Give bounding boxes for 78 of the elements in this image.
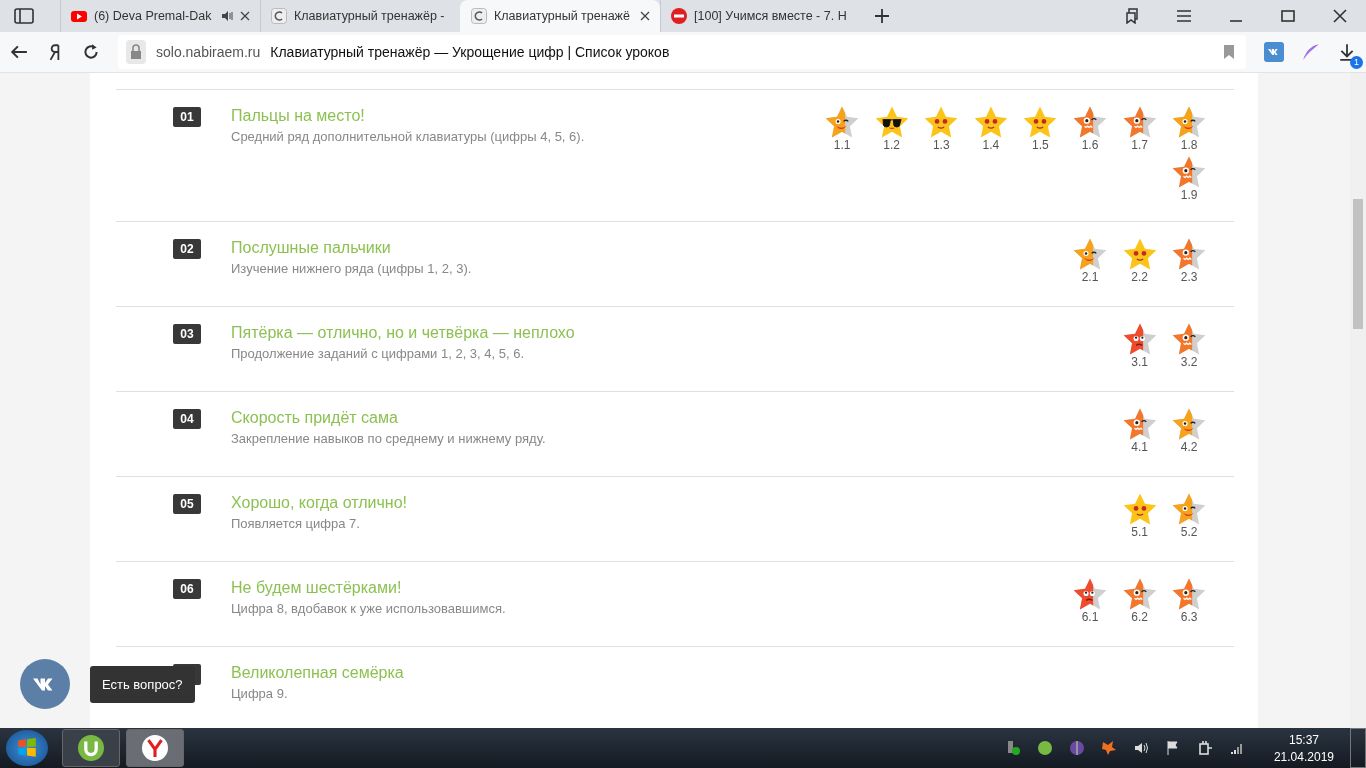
new-tab-icon[interactable] [874, 8, 890, 24]
exercise-result-link[interactable]: 6.1 [1065, 576, 1115, 626]
bookmarks-icon[interactable] [1124, 8, 1140, 24]
exercise-result-link[interactable]: 3.1 [1114, 321, 1165, 371]
lesson-description: Цифра 9. [231, 686, 289, 701]
exercise-result-link[interactable]: 5.2 [1164, 491, 1214, 541]
lesson-description: Закрепление навыков по среднему и нижнему ряду. [231, 431, 547, 446]
show-desktop-button[interactable] [1350, 728, 1366, 768]
chat-tooltip: Есть вопрос? [90, 665, 195, 703]
site-icon [271, 8, 287, 24]
lesson-description: Изучение нижнего ряда (цифры 1, 2, 3). [231, 261, 473, 276]
back-arrow-icon[interactable] [10, 43, 28, 61]
exercise-result-link[interactable]: 1.8 [1164, 104, 1214, 154]
download-count-badge: 1 [1350, 56, 1363, 69]
flag-icon[interactable] [1164, 740, 1181, 756]
scrollbar-thumb[interactable] [1353, 199, 1363, 329]
antivirus-icon[interactable] [1100, 740, 1117, 756]
globe-icon[interactable] [1068, 740, 1085, 756]
exercise-result-link[interactable]: 4.2 [1164, 406, 1214, 456]
exercise-result-link[interactable]: 1.1 [817, 104, 867, 154]
torrent-tray-icon[interactable] [1036, 740, 1053, 756]
url-domain: solo.nabiraem.ru [156, 44, 261, 60]
address-bar[interactable]: solo.nabiraem.ru Клавиатурный тренажёр — Укрощение цифр | Список уроков [118, 35, 1246, 69]
y-logo-icon [142, 735, 168, 761]
site-icon [471, 8, 487, 24]
feather-icon[interactable] [1302, 43, 1320, 61]
lesson-number: 04 [173, 409, 201, 429]
menu-icon[interactable] [1176, 8, 1192, 24]
lesson-number: 01 [173, 107, 201, 127]
reload-icon[interactable] [82, 43, 100, 61]
windows-logo-icon [17, 738, 37, 758]
maximize-icon[interactable] [1280, 8, 1296, 24]
speaker-icon[interactable] [221, 10, 233, 22]
browser-app-button[interactable] [126, 729, 184, 767]
page-title: Клавиатурный тренажёр — Укрощение цифр | Список уроков [270, 44, 670, 60]
lesson-number: 03 [173, 324, 201, 344]
download-icon[interactable] [1338, 43, 1356, 61]
exercise-result-link[interactable]: 2.2 [1114, 236, 1165, 286]
exercise-result-link[interactable]: 3.2 [1164, 321, 1214, 371]
vk-extension-icon[interactable] [1264, 42, 1284, 62]
torrent-app-button[interactable] [62, 729, 120, 767]
exercise-result-link[interactable]: 4.1 [1114, 406, 1165, 456]
start-button[interactable] [6, 730, 48, 766]
speaker-icon[interactable] [1132, 740, 1149, 756]
close-icon[interactable] [1332, 8, 1348, 24]
exercise-result-link[interactable]: 1.5 [1015, 104, 1066, 154]
torrent-logo-icon [78, 735, 104, 761]
close-icon[interactable] [640, 11, 650, 21]
exercise-result-link[interactable]: 2.1 [1065, 236, 1115, 286]
exercise-result-link[interactable]: 5.1 [1114, 491, 1165, 541]
power-plug-icon[interactable] [1196, 740, 1213, 756]
exercise-result-link[interactable]: 6.3 [1164, 576, 1214, 626]
exercise-result-link[interactable]: 1.4 [966, 104, 1016, 154]
close-icon[interactable] [240, 11, 250, 21]
no-entry-icon [671, 8, 687, 24]
lesson-description: Появляется цифра 7. [231, 516, 361, 531]
taskbar-clock[interactable]: 15:37 21.04.2019 [1273, 732, 1334, 764]
lesson-description: Продолжение заданий с цифрами 1, 2, 3, 4, 5, 6. [231, 346, 526, 361]
browser-tab[interactable]: Клавиатурный тренажё [460, 0, 660, 32]
clock-time: 15:37 [1288, 732, 1319, 747]
lesson-number: 05 [173, 494, 201, 514]
vk-chat-button[interactable] [20, 659, 70, 709]
exercise-result-link[interactable]: 1.7 [1114, 104, 1165, 154]
lesson-description: Средний ряд дополнительной клавиатуры (цифры 4, 5, 6). [231, 129, 586, 144]
lesson-number: 06 [173, 579, 201, 599]
sidebar-toggle-icon[interactable] [14, 8, 34, 24]
exercise-result-link[interactable]: 2.3 [1164, 236, 1214, 286]
lock-icon [126, 40, 146, 64]
exercise-result-link[interactable]: 1.6 [1065, 104, 1115, 154]
bookmark-icon[interactable] [1224, 45, 1234, 59]
exercise-result-link[interactable]: 1.3 [916, 104, 967, 154]
exercise-result-link[interactable]: 6.2 [1114, 576, 1165, 626]
video-site-icon [71, 8, 87, 24]
exercise-result-link[interactable]: 1.9 [1164, 154, 1214, 204]
clock-date: 21.04.2019 [1273, 749, 1334, 764]
lesson-description: Цифра 8, вдобавок к уже использовавшимся. [231, 601, 507, 616]
lesson-number: 02 [173, 239, 201, 259]
exercise-result-link[interactable]: 1.2 [866, 104, 917, 154]
